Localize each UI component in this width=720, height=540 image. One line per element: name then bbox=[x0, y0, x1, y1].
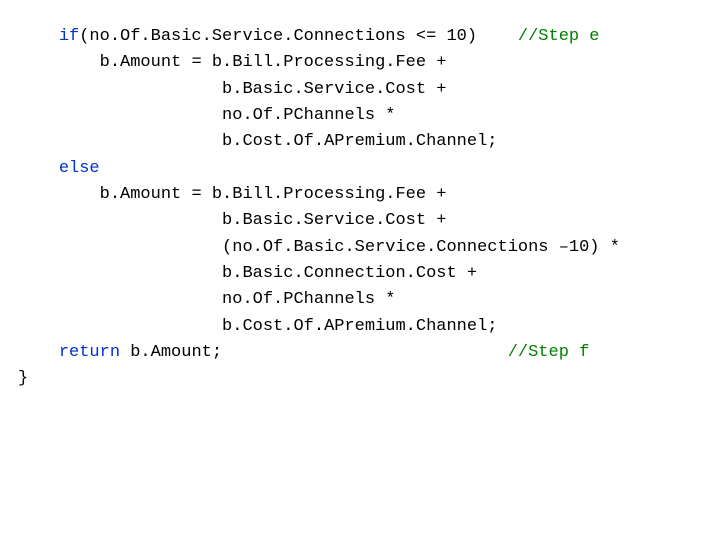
code-token-comment: //Step e bbox=[518, 27, 600, 46]
indent bbox=[18, 264, 222, 283]
code-token-plain: no.Of.PChannels * bbox=[222, 290, 395, 309]
code-token-kw: else bbox=[59, 159, 100, 178]
code-token-kw: return bbox=[59, 343, 120, 362]
code-token-plain: b.Amount = b.Bill.Processing.Fee + bbox=[100, 53, 447, 72]
code-line: b.Amount = b.Bill.Processing.Fee + bbox=[18, 182, 702, 208]
indent bbox=[18, 238, 222, 257]
code-token-plain: } bbox=[18, 369, 28, 388]
indent bbox=[18, 106, 222, 125]
code-line: (no.Of.Basic.Service.Connections –10) * bbox=[18, 235, 702, 261]
indent bbox=[18, 343, 59, 362]
indent bbox=[18, 132, 222, 151]
code-line: b.Amount = b.Bill.Processing.Fee + bbox=[18, 50, 702, 76]
code-token-plain: (no.Of.Basic.Service.Connections <= 10) bbox=[79, 27, 518, 46]
code-token-plain: b.Cost.Of.APremium.Channel; bbox=[222, 132, 497, 151]
code-token-plain: b.Basic.Service.Cost + bbox=[222, 80, 446, 99]
code-token-kw: if bbox=[59, 27, 79, 46]
indent bbox=[18, 211, 222, 230]
indent bbox=[18, 80, 222, 99]
code-block: if(no.Of.Basic.Service.Connections <= 10… bbox=[0, 0, 720, 411]
indent bbox=[18, 159, 59, 178]
code-token-plain: (no.Of.Basic.Service.Connections –10) * bbox=[222, 238, 620, 257]
code-line: else bbox=[18, 156, 702, 182]
code-token-plain: b.Amount; bbox=[120, 343, 508, 362]
code-token-plain: b.Amount = b.Bill.Processing.Fee + bbox=[100, 185, 447, 204]
code-token-plain: no.Of.PChannels * bbox=[222, 106, 395, 125]
code-line: } bbox=[18, 366, 702, 392]
indent bbox=[18, 53, 100, 72]
code-line: b.Basic.Connection.Cost + bbox=[18, 261, 702, 287]
code-line: if(no.Of.Basic.Service.Connections <= 10… bbox=[18, 24, 702, 50]
code-token-plain: b.Basic.Service.Cost + bbox=[222, 211, 446, 230]
indent bbox=[18, 317, 222, 336]
code-token-plain: b.Basic.Connection.Cost + bbox=[222, 264, 477, 283]
code-line: return b.Amount; //Step f bbox=[18, 340, 702, 366]
indent bbox=[18, 290, 222, 309]
code-line: b.Basic.Service.Cost + bbox=[18, 208, 702, 234]
code-token-comment: //Step f bbox=[508, 343, 590, 362]
code-line: b.Cost.Of.APremium.Channel; bbox=[18, 129, 702, 155]
code-line: b.Basic.Service.Cost + bbox=[18, 77, 702, 103]
code-token-plain: b.Cost.Of.APremium.Channel; bbox=[222, 317, 497, 336]
indent bbox=[18, 27, 59, 46]
code-line: no.Of.PChannels * bbox=[18, 287, 702, 313]
code-line: no.Of.PChannels * bbox=[18, 103, 702, 129]
indent bbox=[18, 185, 100, 204]
code-line: b.Cost.Of.APremium.Channel; bbox=[18, 314, 702, 340]
